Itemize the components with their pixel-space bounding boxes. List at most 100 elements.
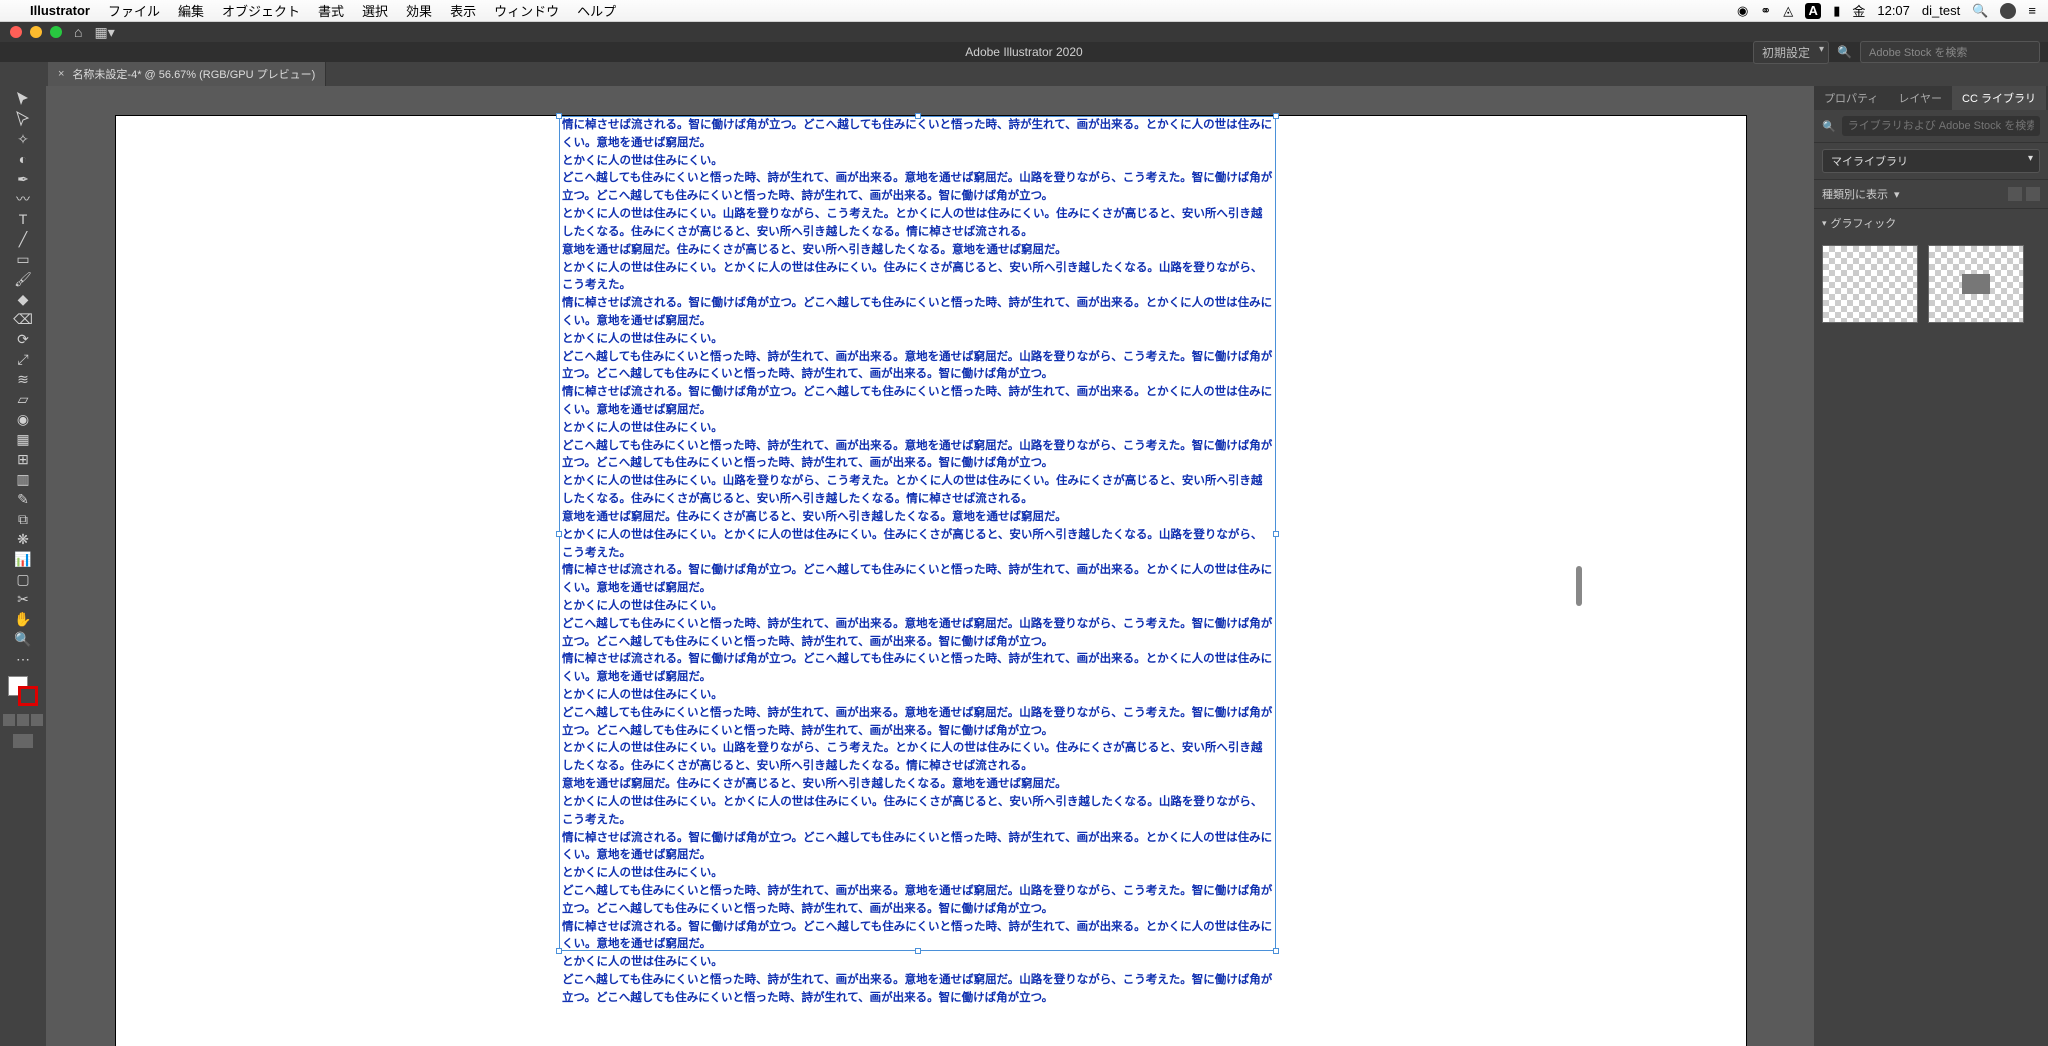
panel-tab-cc-libraries[interactable]: CC ライブラリ xyxy=(1952,86,2046,110)
section-graphic-header[interactable]: グラフィック xyxy=(1814,209,2048,237)
panel-tabs: プロパティ レイヤー CC ライブラリ xyxy=(1814,86,2048,110)
fill-stroke-control[interactable] xyxy=(8,676,38,706)
search-icon: 🔍 xyxy=(1822,120,1836,133)
siri-icon[interactable] xyxy=(2000,3,2016,19)
window-zoom-button[interactable] xyxy=(50,26,62,38)
gradient-tool[interactable]: ▥ xyxy=(8,470,38,488)
app-title-bar: Adobe Illustrator 2020 初期設定 🔍 Adobe Stoc… xyxy=(0,42,2048,62)
menu-select[interactable]: 選択 xyxy=(362,1,388,20)
menu-window[interactable]: ウィンドウ xyxy=(494,1,559,20)
toolbox: ✧ ◐ ✒ 〰 T ╱ ▭ 🖌 ◆ ⌫ ⟳ ⤢ ≋ ▱ ◉ ▦ ⊞ ▥ ✎ ⧉ … xyxy=(0,86,46,1046)
curvature-tool[interactable]: 〰 xyxy=(8,190,38,208)
direct-selection-tool[interactable] xyxy=(8,110,38,128)
spotlight-icon[interactable]: 🔍 xyxy=(1972,3,1988,19)
status-day: 金 xyxy=(1852,1,1865,20)
status-user[interactable]: di_test xyxy=(1922,3,1960,18)
grid-view-icon[interactable] xyxy=(2008,187,2022,201)
menu-type[interactable]: 書式 xyxy=(318,1,344,20)
symbol-sprayer-tool[interactable]: ❋ xyxy=(8,530,38,548)
mesh-tool[interactable]: ⊞ xyxy=(8,450,38,468)
panel-tab-properties[interactable]: プロパティ xyxy=(1814,86,1888,110)
status-wifi-icon[interactable]: ◬ xyxy=(1783,3,1793,19)
resize-handle-ml[interactable] xyxy=(556,531,562,537)
rotate-tool[interactable]: ⟳ xyxy=(8,330,38,348)
type-tool[interactable]: T xyxy=(8,210,38,228)
home-icon[interactable]: ⌂ xyxy=(74,24,82,40)
sort-label[interactable]: 種類別に表示 xyxy=(1822,186,1888,202)
menu-help[interactable]: ヘルプ xyxy=(577,1,616,20)
workspace-switcher[interactable]: 初期設定 xyxy=(1753,41,1829,64)
shape-builder-tool[interactable]: ◉ xyxy=(8,410,38,428)
placeholder-icon xyxy=(1962,274,1990,294)
resize-handle-mr[interactable] xyxy=(1273,531,1279,537)
panel-tab-layers[interactable]: レイヤー xyxy=(1888,86,1952,110)
blend-tool[interactable]: ⧉ xyxy=(8,510,38,528)
library-thumbnails xyxy=(1814,237,2048,331)
resize-handle-br[interactable] xyxy=(1273,948,1279,954)
magic-wand-tool[interactable]: ✧ xyxy=(8,130,38,148)
artboard-tool[interactable]: ▢ xyxy=(8,570,38,588)
library-item[interactable] xyxy=(1928,245,2024,323)
text-content: 情に棹させば流される。智に働けば角が立つ。どこへ越しても住みにくいと悟った時、詩… xyxy=(560,117,1275,1008)
paintbrush-tool[interactable]: 🖌 xyxy=(8,270,38,288)
rectangle-tool[interactable]: ▭ xyxy=(8,250,38,268)
status-keyboard-badge[interactable]: A xyxy=(1805,3,1821,19)
library-dropdown[interactable]: マイライブラリ xyxy=(1822,149,2040,173)
zoom-tool[interactable]: 🔍 xyxy=(8,630,38,648)
eraser-tool[interactable]: ⌫ xyxy=(8,310,38,328)
lasso-tool[interactable]: ◐ xyxy=(8,150,38,168)
shaper-tool[interactable]: ◆ xyxy=(8,290,38,308)
menu-effect[interactable]: 効果 xyxy=(406,1,432,20)
list-view-icon[interactable] xyxy=(2026,187,2040,201)
eyedropper-tool[interactable]: ✎ xyxy=(8,490,38,508)
menu-file[interactable]: ファイル xyxy=(108,1,160,20)
artboard[interactable]: 情に棹させば流される。智に働けば角が立つ。どこへ越しても住みにくいと悟った時、詩… xyxy=(116,116,1746,1046)
resize-handle-bm[interactable] xyxy=(915,948,921,954)
free-transform-tool[interactable]: ▱ xyxy=(8,390,38,408)
menu-object[interactable]: オブジェクト xyxy=(222,1,300,20)
close-tab-icon[interactable]: × xyxy=(58,68,64,80)
document-tab[interactable]: × 名称未設定-4* @ 56.67% (RGB/GPU プレビュー) xyxy=(48,62,326,86)
toolbox-edit-icon[interactable]: ⋯ xyxy=(8,650,38,668)
window-close-button[interactable] xyxy=(10,26,22,38)
right-panel: プロパティ レイヤー CC ライブラリ 🔍 マイライブラリ 種類別に表示 ▾ グラ… xyxy=(1814,86,2048,1046)
resize-handle-tl[interactable] xyxy=(556,113,562,119)
arrange-documents-icon[interactable]: ▦▾ xyxy=(94,24,114,41)
status-battery-icon[interactable]: ▮ xyxy=(1833,3,1840,19)
search-icon: 🔍 xyxy=(1837,45,1852,59)
library-item[interactable] xyxy=(1822,245,1918,323)
work-area: ✧ ◐ ✒ 〰 T ╱ ▭ 🖌 ◆ ⌫ ⟳ ⤢ ≋ ▱ ◉ ▦ ⊞ ▥ ✎ ⧉ … xyxy=(0,86,2048,1046)
column-graph-tool[interactable]: 📊 xyxy=(8,550,38,568)
document-tabs: × 名称未設定-4* @ 56.67% (RGB/GPU プレビュー) xyxy=(0,62,2048,86)
stroke-swatch[interactable] xyxy=(18,686,38,706)
app-title: Adobe Illustrator 2020 xyxy=(965,45,1082,59)
screen-mode-button[interactable] xyxy=(13,734,33,748)
scrollbar-thumb[interactable] xyxy=(1576,566,1582,606)
notification-center-icon[interactable]: ≡ xyxy=(2028,3,2036,18)
canvas[interactable]: 情に棹させば流される。智に働けば角が立つ。どこへ越しても住みにくいと悟った時、詩… xyxy=(46,86,1814,1046)
app-menu[interactable]: Illustrator xyxy=(30,3,90,18)
width-tool[interactable]: ≋ xyxy=(8,370,38,388)
draw-modes[interactable] xyxy=(3,714,43,726)
chevron-down-icon: ▾ xyxy=(1894,188,1900,201)
status-cc-icon[interactable]: ◉ xyxy=(1737,3,1748,19)
line-segment-tool[interactable]: ╱ xyxy=(8,230,38,248)
window-minimize-button[interactable] xyxy=(30,26,42,38)
perspective-grid-tool[interactable]: ▦ xyxy=(8,430,38,448)
menu-edit[interactable]: 編集 xyxy=(178,1,204,20)
resize-handle-tr[interactable] xyxy=(1273,113,1279,119)
resize-handle-tm[interactable] xyxy=(915,113,921,119)
status-bluetooth-icon[interactable]: ⚭ xyxy=(1760,3,1771,19)
library-search-input[interactable] xyxy=(1842,116,2040,136)
pen-tool[interactable]: ✒ xyxy=(8,170,38,188)
menu-view[interactable]: 表示 xyxy=(450,1,476,20)
document-tab-label: 名称未設定-4* @ 56.67% (RGB/GPU プレビュー) xyxy=(72,66,315,82)
resize-handle-bl[interactable] xyxy=(556,948,562,954)
app-frame-top: ⌂ ▦▾ xyxy=(0,22,2048,42)
slice-tool[interactable]: ✂ xyxy=(8,590,38,608)
adobe-stock-search[interactable]: Adobe Stock を検索 xyxy=(1860,41,2040,63)
hand-tool[interactable]: ✋ xyxy=(8,610,38,628)
selection-tool[interactable] xyxy=(8,90,38,108)
selected-text-frame[interactable]: 情に棹させば流される。智に働けば角が立つ。どこへ越しても住みにくいと悟った時、詩… xyxy=(559,116,1276,951)
scale-tool[interactable]: ⤢ xyxy=(8,350,38,368)
